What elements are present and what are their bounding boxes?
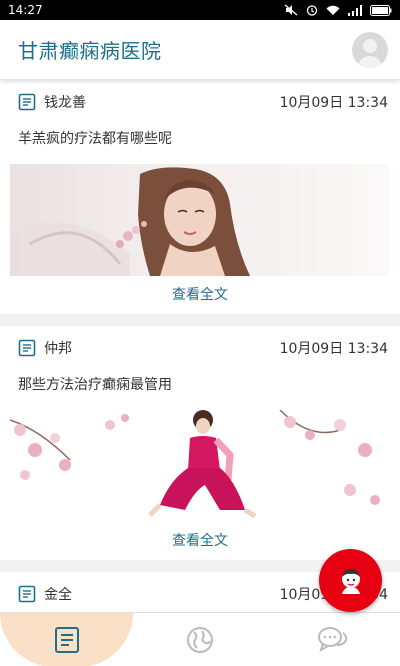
globe-icon xyxy=(186,626,213,653)
alarm-icon xyxy=(306,5,318,16)
status-icons xyxy=(284,4,392,16)
wifi-icon xyxy=(326,5,340,15)
tab-messages[interactable] xyxy=(267,613,400,666)
post-header: 仲邦 10月09日 13:34 xyxy=(0,326,400,370)
bottom-nav xyxy=(0,612,400,666)
silent-icon xyxy=(284,4,298,16)
page-title: 甘肃癫痫病医院 xyxy=(18,39,162,63)
post-card: 仲邦 10月09日 13:34 那些方法治疗癫痫最管用 查看全文 xyxy=(0,326,400,560)
separator xyxy=(0,314,400,326)
post-image[interactable] xyxy=(10,164,390,276)
user-avatar-icon xyxy=(357,38,383,68)
battery-icon xyxy=(370,4,392,16)
post-image[interactable] xyxy=(10,410,390,522)
document-icon xyxy=(18,585,36,603)
avatar[interactable] xyxy=(352,31,388,68)
post-card: 钱龙善 10月09日 13:34 羊羔疯的疗法都有哪些呢 查看全文 xyxy=(0,80,400,314)
post-header: 钱龙善 10月09日 13:34 xyxy=(0,80,400,124)
document-icon xyxy=(18,93,36,111)
tab-discover[interactable] xyxy=(133,613,266,666)
document-icon xyxy=(18,339,36,357)
woman-portrait-image xyxy=(10,167,250,276)
post-time: 10月09日 13:34 xyxy=(279,95,388,111)
consult-doctor-button[interactable] xyxy=(319,549,382,612)
tab-articles[interactable] xyxy=(0,613,134,666)
post-title[interactable]: 那些方法治疗癫痫最管用 xyxy=(0,370,400,400)
feed: 钱龙善 10月09日 13:34 羊羔疯的疗法都有哪些呢 查看全文 仲邦 10月… xyxy=(0,80,400,612)
post-author-name: 钱龙善 xyxy=(44,95,86,111)
yoga-woman-image xyxy=(10,410,380,519)
read-more-link[interactable]: 查看全文 xyxy=(0,276,400,314)
post-author: 金全 xyxy=(18,584,72,604)
post-author-name: 仲邦 xyxy=(44,341,72,357)
signal-icon xyxy=(348,4,362,16)
post-author: 钱龙善 xyxy=(18,92,86,112)
document-icon xyxy=(54,626,79,653)
status-time: 14:27 xyxy=(8,3,43,17)
app-header: 甘肃癫痫病医院 xyxy=(0,20,400,80)
status-bar: 14:27 xyxy=(0,0,400,20)
post-author-name: 金全 xyxy=(44,587,72,603)
post-title[interactable]: 羊羔疯的疗法都有哪些呢 xyxy=(0,124,400,154)
post-time: 10月09日 13:34 xyxy=(279,341,388,357)
post-author: 仲邦 xyxy=(18,338,72,358)
chat-icon xyxy=(318,626,348,652)
doctor-icon xyxy=(341,568,360,594)
